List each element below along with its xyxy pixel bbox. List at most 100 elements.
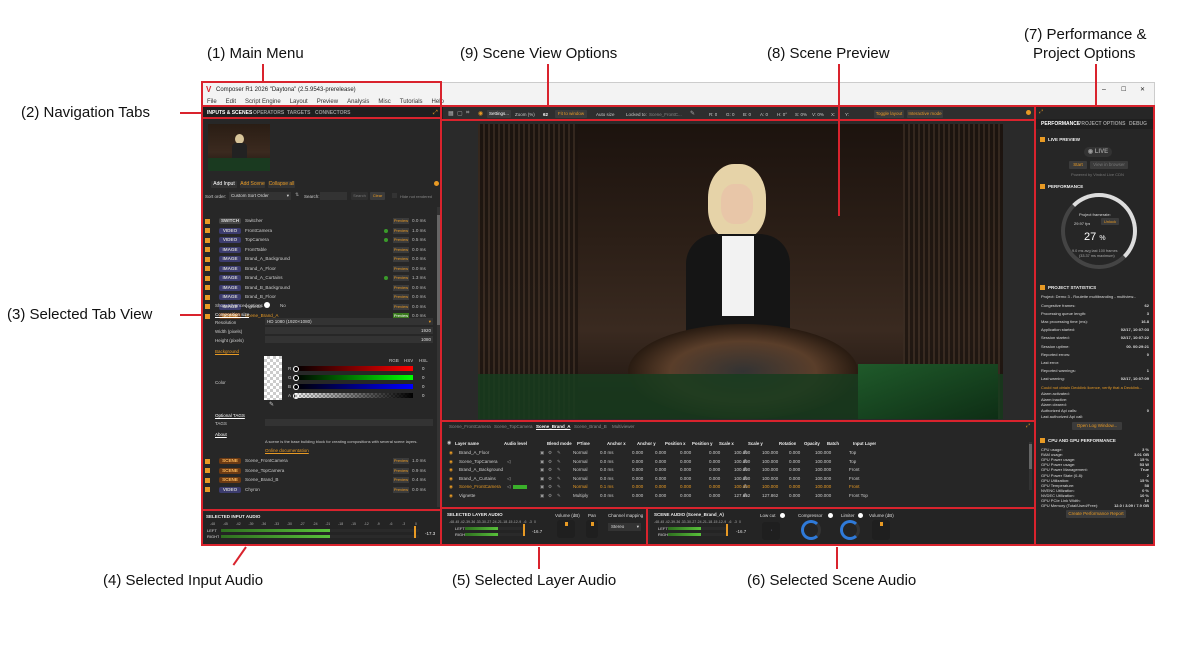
visibility-icon[interactable]: ◉	[449, 458, 453, 466]
rgb-mode[interactable]: RGB	[389, 357, 399, 364]
preview-button[interactable]: Preview	[393, 458, 409, 464]
open-log-button[interactable]: Open Log Window...	[1072, 422, 1122, 430]
add-scene-button[interactable]: Add Scene	[240, 181, 265, 188]
lock-icon[interactable]: ▣	[540, 483, 544, 491]
menu-help[interactable]: Help	[432, 99, 444, 105]
help-icon[interactable]	[434, 181, 439, 186]
layer-blend[interactable]: Normal	[573, 458, 588, 466]
color-channel-slider[interactable]	[295, 384, 413, 389]
safe-area-icon[interactable]: ▢	[457, 110, 463, 117]
layer-row[interactable]: ◉ Brand_A_Curtains ◁ ▣ ⚙ ✎ Normal 0.0 ms 0.000 0.…	[447, 475, 877, 483]
speaker-icon[interactable]: ◁	[507, 483, 510, 491]
pin-icon[interactable]: ⤢	[433, 110, 439, 116]
scene-tab[interactable]: Scene_FrontCamera	[449, 423, 491, 430]
layers-scrollbar[interactable]	[1029, 442, 1032, 490]
toggle-layout-button[interactable]: Toggle layout	[874, 110, 904, 118]
compressor-toggle[interactable]	[828, 513, 833, 518]
scene-tab[interactable]: Multiviewer	[612, 423, 635, 430]
row-checkbox[interactable]	[205, 313, 210, 319]
collapse-all-button[interactable]: Collapse all	[268, 181, 295, 188]
input-row[interactable]: IMAGE Brand_B_Floor Preview 0.0 ms	[203, 293, 436, 301]
visibility-icon[interactable]: ◉	[449, 466, 453, 474]
layer-row[interactable]: ◉ Scene_TopCamera ◁ ▣ ⚙ ✎ Normal 0.0 ms 0.000 0.0…	[447, 458, 877, 466]
effects-icon[interactable]: ⚙	[548, 492, 552, 500]
row-checkbox[interactable]	[205, 487, 210, 492]
wand-icon[interactable]: ✎	[557, 492, 561, 500]
online-documentation-link[interactable]: Online documentation	[265, 447, 309, 454]
layer-batch[interactable]: Top	[849, 449, 856, 457]
speaker-icon[interactable]: ◁	[507, 475, 510, 483]
height-field[interactable]: 1080	[265, 336, 433, 343]
preview-button[interactable]: Preview	[393, 237, 409, 243]
performance-checkbox[interactable]	[1040, 184, 1045, 189]
hide-not-rendered-checkbox[interactable]	[392, 193, 397, 198]
preview-button[interactable]: Preview	[393, 303, 409, 310]
lock-icon[interactable]: ▣	[540, 475, 544, 483]
interactive-mode-button[interactable]: Interactive mode	[907, 110, 943, 118]
layer-batch[interactable]: Front	[849, 475, 860, 483]
tab-connectors[interactable]: CONNECTORS	[315, 107, 350, 119]
wand-icon[interactable]: ✎	[557, 458, 561, 466]
hsv-mode[interactable]: HSV	[404, 357, 413, 364]
slider-handle[interactable]	[293, 365, 299, 372]
unlock-button[interactable]: Unlock	[1101, 218, 1119, 225]
effects-icon[interactable]: ⚙	[548, 475, 552, 483]
scene-tab[interactable]: Scene_Brand_A	[536, 423, 571, 430]
tab-targets[interactable]: TARGETS	[287, 107, 311, 119]
lock-icon[interactable]: ▣	[540, 466, 544, 474]
layer-batch[interactable]: Front Top	[849, 492, 868, 500]
row-checkbox[interactable]	[205, 275, 210, 281]
preview-button[interactable]: Preview	[393, 477, 409, 483]
preview-button[interactable]: Preview	[393, 218, 409, 224]
color-channel-slider[interactable]	[295, 393, 413, 398]
menu-misc[interactable]: Misc	[378, 99, 390, 105]
layer-blend[interactable]: Normal	[573, 475, 588, 483]
tab-performance[interactable]: PERFORMANCE	[1041, 119, 1080, 129]
effects-icon[interactable]: ⚙	[548, 466, 552, 474]
layer-batch[interactable]: Top	[849, 458, 856, 466]
wand-icon[interactable]: ✎	[557, 449, 561, 457]
scene-tab[interactable]: Scene_TopCamera	[494, 423, 533, 430]
preview-button[interactable]: Preview	[393, 467, 409, 474]
lock-icon[interactable]: ▣	[540, 449, 544, 457]
input-row[interactable]: VIDEO TopCamera Preview 0.5 ms	[203, 236, 436, 244]
row-checkbox[interactable]	[205, 247, 210, 252]
input-volume-handle[interactable]	[414, 526, 416, 538]
cpu-gpu-checkbox[interactable]	[1040, 438, 1045, 443]
row-checkbox[interactable]	[205, 294, 210, 300]
layer-blend[interactable]: Normal	[573, 449, 588, 457]
effects-icon[interactable]: ⚙	[548, 483, 552, 491]
row-checkbox[interactable]	[205, 304, 210, 309]
view-help-icon[interactable]	[1026, 110, 1031, 115]
crop-icon[interactable]: ⌗	[466, 110, 469, 117]
slider-handle[interactable]	[293, 383, 299, 390]
row-checkbox[interactable]	[205, 468, 210, 473]
menu-tutorials[interactable]: Tutorials	[400, 99, 423, 105]
row-checkbox[interactable]	[205, 266, 210, 271]
input-row[interactable]: VIDEO FrontCamera Preview 1.0 ms	[203, 227, 436, 235]
input-row[interactable]: IMAGE Brand_A_Curtains Preview 1.3 ms	[203, 274, 436, 282]
wand-icon[interactable]: ✎	[557, 466, 561, 474]
scene-preview-image[interactable]	[478, 124, 1003, 419]
layer-batch[interactable]: Front	[849, 483, 860, 491]
scene-volume-handle[interactable]	[726, 524, 728, 536]
project-stats-checkbox[interactable]	[1040, 285, 1045, 290]
grid-icon[interactable]: ▦	[448, 110, 454, 117]
width-field[interactable]: 1920	[265, 327, 433, 334]
row-checkbox[interactable]	[205, 237, 210, 243]
layer-blend[interactable]: Normal	[573, 483, 588, 491]
live-preview-checkbox[interactable]	[1040, 137, 1045, 142]
channel-mapping-select[interactable]: Stereo ▾	[608, 523, 641, 531]
preview-button[interactable]: Preview	[393, 246, 409, 253]
minimize-button[interactable]: –	[1102, 83, 1106, 97]
color-channel-slider[interactable]	[295, 375, 413, 380]
layer-blend[interactable]: Multiply	[573, 492, 588, 500]
layer-volume-handle[interactable]	[523, 524, 525, 536]
input-row[interactable]: IMAGE Brand_A_Floor Preview 0.0 ms	[203, 265, 436, 273]
slider-handle[interactable]	[293, 374, 299, 381]
close-button[interactable]: ✕	[1140, 83, 1145, 97]
visibility-icon[interactable]: ◉	[449, 483, 453, 491]
visibility-icon[interactable]: ◉	[449, 492, 453, 500]
layer-batch[interactable]: Front	[849, 466, 860, 474]
view-in-browser-button[interactable]: View in browser	[1090, 161, 1128, 169]
